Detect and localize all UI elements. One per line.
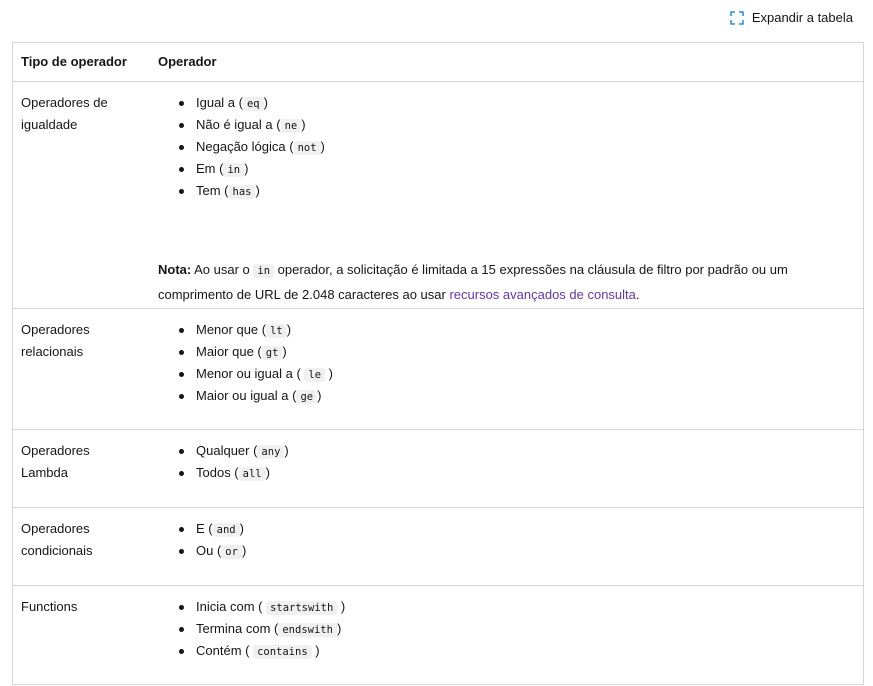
operator-list: Inicia com ( startswith ) Termina com (e… — [158, 596, 855, 662]
operator-code: in — [253, 264, 275, 278]
operator-type-line: Operadores — [21, 322, 90, 337]
table-row: Operadores condicionais E (and) Ou (or) — [13, 507, 863, 585]
operator-type-line: relacionais — [21, 344, 84, 359]
operator-code: all — [238, 467, 266, 481]
operator-code: endswith — [278, 623, 337, 637]
operator-type-line: Lambda — [21, 465, 68, 480]
operator-list: E (and) Ou (or) — [158, 518, 855, 562]
operator-type-cell: Operadores condicionais — [13, 508, 150, 585]
header-operator: Operador — [158, 54, 217, 69]
operator-code: ne — [280, 119, 302, 133]
operator-type-line: Operadores de — [21, 95, 108, 110]
list-item: Igual a (eq) — [179, 92, 855, 114]
advanced-query-link[interactable]: recursos avançados de consulta — [449, 287, 635, 302]
list-item: Termina com (endswith) — [179, 618, 855, 640]
header-operator-type: Tipo de operador — [21, 54, 127, 69]
expand-icon — [730, 10, 744, 25]
operator-code: gt — [261, 346, 283, 360]
operator-list: Igual a (eq) Não é igual a (ne) Negação … — [158, 92, 855, 202]
operators-table: Tipo de operador Operador Operadores de … — [12, 42, 864, 685]
operator-type-line: Operadores — [21, 443, 90, 458]
list-item: E (and) — [179, 518, 855, 540]
table-row: Operadores Lambda Qualquer (any) Todos (… — [13, 429, 863, 507]
list-item: Menor ou igual a ( le ) — [179, 363, 855, 385]
note-label: Nota: — [158, 262, 192, 277]
operator-type-line: igualdade — [21, 117, 78, 132]
operator-list: Menor que (lt) Maior que (gt) Menor ou i… — [158, 319, 855, 407]
operator-type-cell: Operadores relacionais — [13, 309, 150, 429]
list-item: Negação lógica (not) — [179, 136, 855, 158]
operator-cell: Qualquer (any) Todos (all) — [150, 430, 863, 507]
operator-code: lt — [266, 324, 287, 338]
list-item: Menor que (lt) — [179, 319, 855, 341]
list-item: Qualquer (any) — [179, 440, 855, 462]
expand-table-button[interactable]: Expandir a tabela — [730, 10, 853, 25]
table-row: Operadores de igualdade Igual a (eq) Não… — [13, 81, 863, 308]
operator-code: or — [221, 545, 242, 559]
operator-code: le — [304, 368, 326, 382]
list-item: Inicia com ( startswith ) — [179, 596, 855, 618]
expand-label: Expandir a tabela — [751, 10, 853, 25]
operator-type-line: condicionais — [21, 543, 93, 558]
list-item: Contém ( contains ) — [179, 640, 855, 662]
operator-type-line: Operadores — [21, 521, 90, 536]
list-item: Todos (all) — [179, 462, 855, 484]
list-item: Ou (or) — [179, 540, 855, 562]
operator-cell: Inicia com ( startswith ) Termina com (e… — [150, 586, 863, 684]
operator-cell: Menor que (lt) Maior que (gt) Menor ou i… — [150, 309, 863, 429]
operator-code: contains — [253, 645, 312, 659]
operator-code: in — [223, 163, 245, 177]
table-row: Operadores relacionais Menor que (lt) Ma… — [13, 308, 863, 429]
operator-cell: E (and) Ou (or) — [150, 508, 863, 585]
table-header-row: Tipo de operador Operador — [13, 43, 863, 81]
list-item: Não é igual a (ne) — [179, 114, 855, 136]
list-item: Tem (has) — [179, 180, 855, 202]
operator-list: Qualquer (any) Todos (all) — [158, 440, 855, 484]
operator-type-cell: Operadores Lambda — [13, 430, 150, 507]
note-paragraph: Nota: Ao usar o in operador, a solicitaç… — [158, 262, 788, 302]
operator-code: any — [257, 445, 285, 459]
operator-code: startswith — [266, 601, 338, 615]
operator-type-line: Functions — [21, 599, 78, 614]
operator-type-cell: Functions — [13, 586, 150, 684]
operator-type-cell: Operadores de igualdade — [13, 82, 150, 308]
list-item: Maior que (gt) — [179, 341, 855, 363]
operator-code: eq — [242, 97, 264, 111]
operator-code: ge — [296, 390, 318, 404]
operator-code: not — [293, 141, 321, 155]
operator-code: and — [212, 523, 240, 537]
list-item: Maior ou igual a (ge) — [179, 385, 855, 407]
table-row: Functions Inicia com ( startswith ) Term… — [13, 585, 863, 684]
operator-code: has — [228, 185, 256, 199]
list-item: Em (in) — [179, 158, 855, 180]
